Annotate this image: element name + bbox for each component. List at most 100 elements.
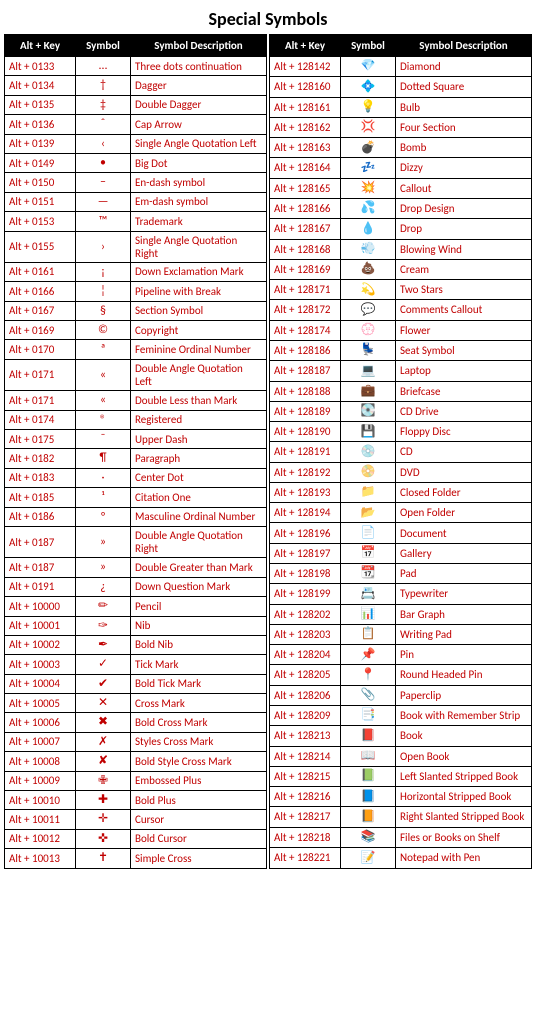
table-row: Alt + 128189💽CD Drive [270,401,532,421]
symbol-icon: 💢 [361,120,376,134]
cell-desc: CD Drive [396,401,532,421]
cell-key: Alt + 10002 [5,635,76,654]
cell-desc: Cream [396,259,532,279]
table-row: Alt + 0169©Copyright [5,321,267,340]
cell-key: Alt + 10012 [5,829,76,848]
cell-desc: Bold Nib [131,635,267,654]
table-row: Alt + 128166💦Drop Design [270,198,532,218]
symbol-icon: ✘ [98,754,108,768]
cell-symbol: ª [76,340,131,359]
cell-desc: Double Angle Quotation Left [131,359,267,390]
cell-symbol: 📙 [341,807,396,827]
table-row: Alt + 0155›Single Angle Quotation Right [5,231,267,262]
cell-symbol: 💣 [341,138,396,158]
table-row: Alt + 0134†Dagger [5,76,267,95]
cell-key: Alt + 0182 [5,449,76,468]
symbol-icon: ✛ [98,812,108,826]
cell-desc: Left Slanted Stripped Book [396,766,532,786]
cell-desc: Callout [396,178,532,198]
symbol-icon: ✕ [98,696,108,710]
cell-desc: Blowing Wind [396,239,532,259]
table-row: Alt + 10012✜Bold Cursor [5,829,267,848]
cell-desc: Open Folder [396,503,532,523]
cell-desc: Three dots continuation [131,57,267,76]
symbol-icon: 💡 [361,100,376,114]
cell-key: Alt + 10009 [5,771,76,790]
cell-symbol: 📁 [341,482,396,502]
cell-symbol: ¡ [76,262,131,281]
symbol-icon: 💤 [361,161,376,175]
cell-key: Alt + 128166 [270,198,341,218]
table-row: Alt + 128205📍Round Headed Pin [270,665,532,685]
cell-key: Alt + 0185 [5,488,76,507]
cell-desc: Single Angle Quotation Right [131,231,267,262]
cell-symbol: 💺 [341,340,396,360]
table-row: Alt + 0161¡Down Exclamation Mark [5,262,267,281]
cell-key: Alt + 128197 [270,543,341,563]
cell-symbol: ✝ [76,849,131,868]
table-row: Alt + 0151—Em-dash symbol [5,192,267,211]
cell-symbol: 💧 [341,219,396,239]
cell-symbol: 💨 [341,239,396,259]
table-header-row: Alt + Key Symbol Symbol Description [5,35,267,57]
cell-desc: Laptop [396,361,532,381]
table-row: Alt + 128194📂Open Folder [270,503,532,523]
cell-key: Alt + 0150 [5,173,76,192]
cell-key: Alt + 128168 [270,239,341,259]
symbol-icon: 💽 [361,404,376,418]
cell-symbol: ¯ [76,430,131,449]
cell-symbol: ¹ [76,488,131,507]
cell-key: Alt + 128165 [270,178,341,198]
cell-desc: Book with Remember Strip [396,706,532,726]
cell-desc: Double Less than Mark [131,391,267,410]
symbol-icon: 💬 [361,303,376,317]
cell-key: Alt + 10003 [5,655,76,674]
cell-symbol: ✏ [76,597,131,616]
cell-key: Alt + 0139 [5,134,76,153]
symbol-icon: 💧 [361,222,376,236]
cell-symbol: · [76,468,131,487]
cell-key: Alt + 0149 [5,153,76,172]
cell-key: Alt + 0175 [5,430,76,449]
table-row: Alt + 128171💫Two Stars [270,280,532,300]
cell-symbol: ✗ [76,732,131,751]
cell-desc: Dagger [131,76,267,95]
symbol-icon: ✓ [98,657,108,671]
table-row: Alt + 128188💼Briefcase [270,381,532,401]
cell-desc: Diamond [396,57,532,77]
cell-desc: Nib [131,616,267,635]
cell-symbol: 💡 [341,97,396,117]
symbol-icon: ✝ [98,851,108,865]
cell-symbol: 📇 [341,584,396,604]
symbol-icon: … [99,59,107,73]
symbol-icon: 📀 [361,465,376,479]
cell-symbol: 💮 [341,320,396,340]
cell-symbol: • [76,153,131,172]
table-row: Alt + 0183·Center Dot [5,468,267,487]
table-row: Alt + 128202📊Bar Graph [270,604,532,624]
cell-desc: Bomb [396,138,532,158]
cell-desc: Tick Mark [131,655,267,674]
cell-key: Alt + 128160 [270,77,341,97]
cell-desc: Dizzy [396,158,532,178]
cell-symbol: 📋 [341,624,396,644]
cell-symbol: 📚 [341,827,396,847]
cell-desc: Center Dot [131,468,267,487]
cell-symbol: 📕 [341,726,396,746]
cell-desc: Single Angle Quotation Left [131,134,267,153]
symbol-icon: 💨 [361,242,376,256]
cell-key: Alt + 0187 [5,558,76,577]
table-row: Alt + 128169💩Cream [270,259,532,279]
cell-key: Alt + 0153 [5,212,76,231]
cell-symbol: » [76,558,131,577]
cell-symbol: 💥 [341,178,396,198]
cell-key: Alt + 128192 [270,462,341,482]
symbol-icon: 📍 [361,668,376,682]
cell-symbol: ✙ [76,771,131,790]
cell-symbol: ✚ [76,791,131,810]
cell-symbol: ✕ [76,694,131,713]
cell-desc: Dotted Square [396,77,532,97]
cell-desc: Closed Folder [396,482,532,502]
symbol-icon: ¦ [100,284,106,298]
table-row: Alt + 128142💎Diamond [270,57,532,77]
